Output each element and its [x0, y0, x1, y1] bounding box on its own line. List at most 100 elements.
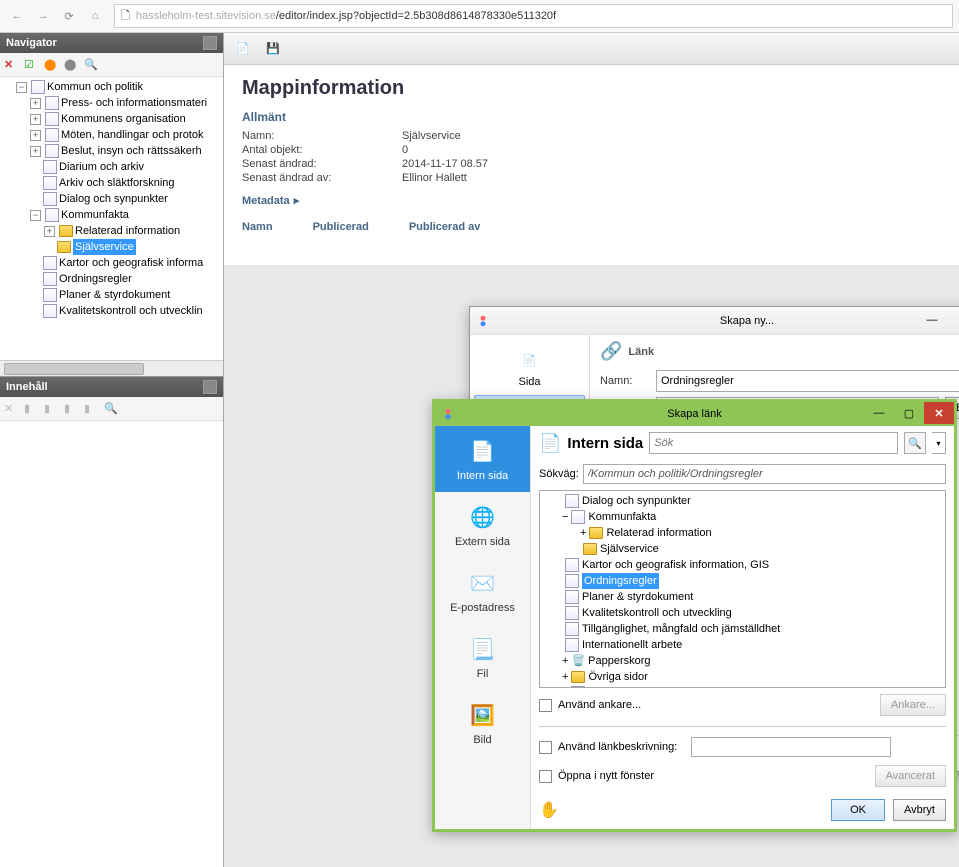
tree-item[interactable]: Övriga sidor — [588, 669, 647, 685]
tree-item[interactable]: Självservice — [600, 541, 659, 557]
folder-icon — [59, 225, 73, 237]
horizontal-scrollbar[interactable] — [0, 360, 223, 376]
tree-item[interactable]: Relaterad information — [606, 525, 711, 541]
navigator-tree[interactable]: −Kommun och politik +Press- och informat… — [0, 77, 223, 360]
tree-item[interactable]: Kommunfakta — [61, 207, 129, 223]
tree-item[interactable]: Kvalitetskontroll och utvecklin — [59, 303, 203, 319]
back-button[interactable]: ← — [6, 5, 28, 27]
delete-icon[interactable]: ✕ — [4, 58, 18, 72]
avancerat-button[interactable]: Avancerat — [875, 765, 946, 787]
tree-item[interactable]: Planer & styrdokument — [59, 287, 170, 303]
tree-item-selected[interactable]: Självservice — [73, 239, 136, 255]
java-icon — [476, 314, 490, 328]
copy-icon[interactable]: ▮ — [24, 402, 38, 416]
col-publicerad: Publicerad — [313, 221, 369, 233]
navigator-title: Navigator — [6, 37, 57, 49]
tree-item[interactable]: Kartor och geografisk information, GIS — [582, 557, 769, 573]
checkbox-nytt-fonster[interactable] — [539, 770, 552, 783]
flag-icon[interactable]: ⬤ — [44, 58, 58, 72]
save-button[interactable]: 💾 — [262, 38, 284, 60]
minimize-button[interactable]: — — [914, 310, 950, 330]
search-icon[interactable]: 🔍 — [84, 58, 98, 72]
tree-item[interactable]: Nyheter — [588, 685, 627, 688]
tree-item[interactable]: Kommun och politik — [47, 79, 143, 95]
tree-toggle[interactable]: − — [16, 82, 27, 93]
ankare-button[interactable]: Ankare... — [880, 694, 946, 716]
checkbox-anvand-ankare[interactable] — [539, 699, 552, 712]
url-bar[interactable]: 🗋 hassleholm-test.sitevision.se /editor/… — [114, 4, 953, 28]
tab-epostadress[interactable]: ✉️E-postadress — [435, 558, 530, 624]
tree-item[interactable]: Kommunens organisation — [61, 111, 186, 127]
cut-icon[interactable]: ▮ — [64, 402, 78, 416]
page-icon — [565, 558, 579, 572]
page-icon — [571, 686, 585, 688]
label-anvand-ankare: Använd ankare... — [558, 699, 641, 711]
close-button[interactable]: ✕ — [924, 402, 954, 424]
maximize-button[interactable]: ▢ — [894, 402, 924, 424]
checkbox-lankbeskrivning[interactable] — [539, 741, 552, 754]
avbryt-button[interactable]: Avbryt — [893, 799, 946, 821]
page-icon — [565, 622, 579, 636]
tab-bild[interactable]: 🖼️Bild — [435, 690, 530, 756]
sokvag-input[interactable] — [583, 464, 946, 484]
duplicate-icon[interactable]: ▮ — [84, 402, 98, 416]
check-icon[interactable]: ☑ — [24, 58, 38, 72]
panel-title: Länk — [628, 346, 654, 358]
page-icon — [565, 606, 579, 620]
search-dropdown[interactable]: ▾ — [932, 432, 946, 454]
namn-input[interactable] — [656, 370, 959, 392]
reload-button[interactable]: ⟳ — [58, 5, 80, 27]
tab-intern-sida[interactable]: 📄Intern sida — [435, 426, 530, 492]
ok-button[interactable]: OK — [831, 799, 885, 821]
url-path: /editor/index.jsp?objectId=2.5b308d86148… — [276, 10, 556, 22]
tree-item[interactable]: Papperskorg — [588, 653, 650, 669]
tree-item[interactable]: Ordningsregler — [59, 271, 132, 287]
tree-item[interactable]: Internationellt arbete — [582, 637, 682, 653]
lankbeskrivning-input[interactable] — [691, 737, 891, 757]
dialog-skapa-lank: Skapa länk — ▢ ✕ 📄Intern sida 🌐Extern si… — [432, 399, 957, 832]
accessibility-icon[interactable]: ✋ — [539, 800, 559, 820]
minimize-button[interactable]: — — [864, 402, 894, 424]
page-icon — [43, 288, 57, 302]
navigator-header: Navigator — [0, 33, 223, 53]
forward-button[interactable]: → — [32, 5, 54, 27]
tree-item[interactable]: Kartor och geografisk informa — [59, 255, 203, 271]
home-button[interactable]: ⌂ — [84, 5, 106, 27]
tree-item[interactable]: Kvalitetskontroll och utveckling — [582, 605, 732, 621]
tree-item[interactable]: Kommunfakta — [588, 509, 656, 525]
tree-item[interactable]: Möten, handlingar och protok — [61, 127, 203, 143]
tab-fil[interactable]: 📃Fil — [435, 624, 530, 690]
metadata-toggle[interactable]: Metadata▸ — [242, 194, 941, 207]
tree-item[interactable]: Dialog och synpunkter — [59, 191, 168, 207]
tree-item[interactable]: Arkiv och släktforskning — [59, 175, 175, 191]
tab-extern-sida[interactable]: 🌐Extern sida — [435, 492, 530, 558]
label-antal: Antal objekt: — [242, 144, 402, 156]
tree-item[interactable]: Tillgänglighet, mångfald och jämställdhe… — [582, 621, 780, 637]
tree-item[interactable]: Planer & styrdokument — [582, 589, 693, 605]
page-tree[interactable]: Dialog och synpunkter −Kommunfakta +Rela… — [539, 490, 946, 688]
type-sida[interactable]: 📄Sida — [474, 339, 585, 395]
dialog-titlebar[interactable]: Skapa ny... — ▢ ✕ — [470, 307, 959, 335]
folder-icon — [589, 527, 603, 539]
page-icon — [45, 144, 59, 158]
panel-options-icon[interactable] — [203, 380, 217, 394]
circle-icon[interactable]: ⬤ — [64, 58, 78, 72]
new-page-button[interactable]: 📄 — [232, 38, 254, 60]
panel-options-icon[interactable] — [203, 36, 217, 50]
search-button[interactable]: 🔍 — [904, 432, 926, 454]
dialog-titlebar[interactable]: Skapa länk — ▢ ✕ — [435, 402, 954, 426]
label-nytt-fonster: Öppna i nytt fönster — [558, 770, 654, 782]
section-allmant: Allmänt — [242, 110, 941, 124]
tree-item[interactable]: Dialog och synpunkter — [582, 493, 691, 509]
tree-item[interactable]: Beslut, insyn och rättssäkerh — [61, 143, 202, 159]
maximize-button[interactable]: ▢ — [950, 310, 959, 330]
zoom-icon[interactable]: 🔍 — [104, 402, 118, 416]
tree-item[interactable]: Press- och informationsmateri — [61, 95, 207, 111]
paste-icon[interactable]: ▮ — [44, 402, 58, 416]
tree-item[interactable]: Diarium och arkiv — [59, 159, 144, 175]
page-icon — [565, 590, 579, 604]
tree-item[interactable]: Relaterad information — [75, 223, 180, 239]
tree-item-selected[interactable]: Ordningsregler — [582, 573, 659, 589]
search-input[interactable] — [649, 432, 898, 454]
delete-icon[interactable]: ✕ — [4, 402, 18, 416]
